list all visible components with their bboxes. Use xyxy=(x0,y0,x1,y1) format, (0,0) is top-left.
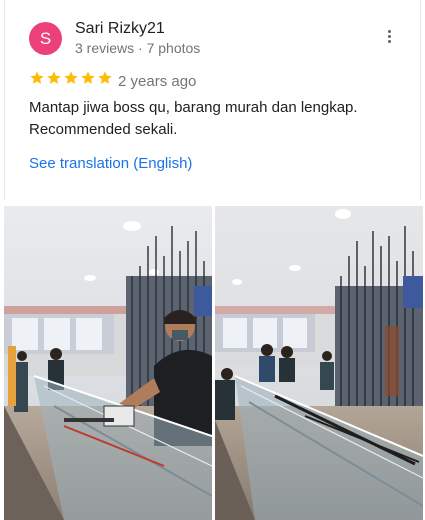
review-time: 2 years ago xyxy=(118,73,197,90)
star-icon xyxy=(81,71,95,84)
review-text-line-1: Mantap jiwa boss qu, barang murah dan le… xyxy=(29,99,358,116)
avatar[interactable]: S xyxy=(29,22,62,55)
star-icon xyxy=(47,71,61,84)
review-photo-1[interactable] xyxy=(4,206,212,520)
review-photos xyxy=(4,206,423,520)
review-card: S Sari Rizky21 3 reviews · 7 photos 2 ye… xyxy=(0,0,425,520)
review-text: Mantap jiwa boss qu, barang murah dan le… xyxy=(29,97,399,141)
star-icon xyxy=(30,71,44,84)
star-icon xyxy=(98,71,112,84)
author-name[interactable]: Sari Rizky21 xyxy=(75,20,165,38)
see-translation-link[interactable]: See translation (English) xyxy=(29,155,192,172)
more-vert-icon[interactable] xyxy=(382,30,396,48)
star-icon xyxy=(64,71,78,84)
review-text-line-2: Recommended sekali. xyxy=(29,121,178,138)
review-photo-2[interactable] xyxy=(215,206,423,520)
author-meta: 3 reviews · 7 photos xyxy=(75,40,201,56)
star-rating xyxy=(29,70,113,90)
